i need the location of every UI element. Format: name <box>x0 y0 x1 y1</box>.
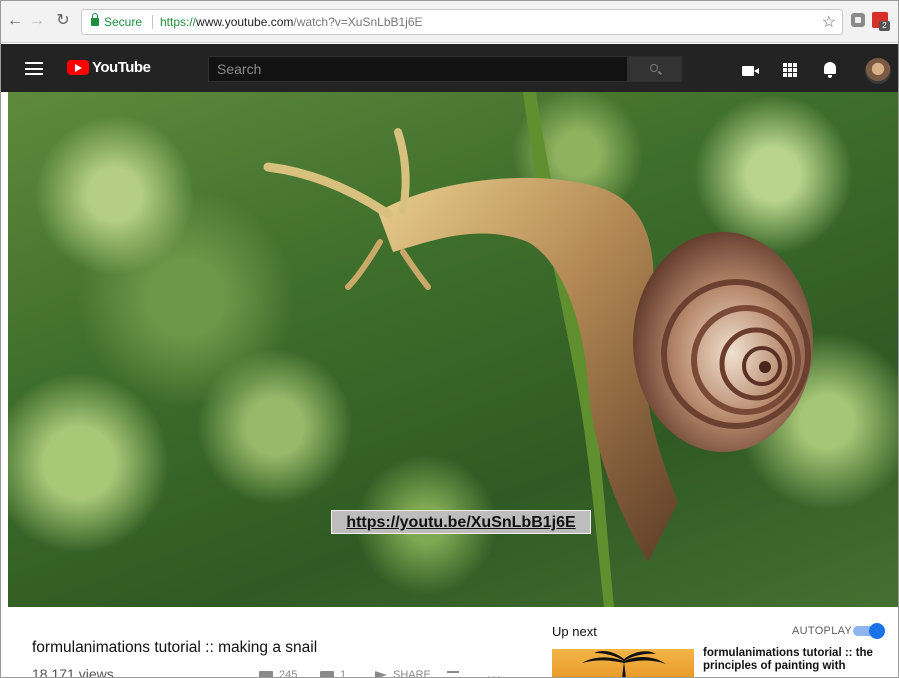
extension-icon[interactable] <box>851 13 865 27</box>
menu-icon[interactable] <box>25 62 43 75</box>
autoplay-knob <box>869 623 885 639</box>
share-label: SHARE <box>393 669 431 678</box>
video-url-overlay[interactable]: https://youtu.be/XuSnLbB1j6E <box>331 510 591 534</box>
browser-window: ← → ↻ Secure https://www.youtube.com/wat… <box>0 0 899 678</box>
forward-arrow-icon[interactable]: → <box>27 11 47 31</box>
address-bar[interactable]: Secure https://www.youtube.com/watch?v=X… <box>81 9 843 35</box>
extension-badge: 2 <box>879 21 890 31</box>
thumbs-down-icon <box>320 670 334 677</box>
bookmark-star-icon[interactable]: ☆ <box>822 12 836 32</box>
add-to-playlist-button[interactable] <box>447 669 459 677</box>
back-arrow-icon[interactable]: ← <box>5 11 25 31</box>
secure-label: Secure <box>104 15 143 29</box>
youtube-header: YouTube <box>1 44 898 92</box>
more-actions-button[interactable]: ... <box>487 665 502 677</box>
playlist-add-icon <box>447 671 459 677</box>
up-next-heading: Up next <box>552 624 597 639</box>
up-next-video-title[interactable]: formulanimations tutorial :: the princip… <box>703 647 883 673</box>
youtube-logo-text: YouTube <box>92 59 151 76</box>
address-bar-divider <box>152 15 153 29</box>
dislike-count: 1 <box>340 669 347 678</box>
notifications-bell-icon[interactable] <box>824 62 836 78</box>
autoplay-label: AUTOPLAY <box>792 625 853 637</box>
video-player[interactable]: https://youtu.be/XuSnLbB1j6E <box>8 92 898 607</box>
thumbs-up-icon <box>259 670 273 677</box>
url-path: /watch?v=XuSnLbB1j6E <box>293 15 423 29</box>
search-button[interactable] <box>628 56 682 82</box>
lock-icon <box>91 13 99 26</box>
share-button[interactable]: SHARE <box>375 669 431 678</box>
user-avatar[interactable] <box>865 58 891 84</box>
palm-tree-thumbnail-art <box>582 651 666 677</box>
like-button[interactable]: 245 <box>259 669 298 678</box>
autoplay-toggle[interactable] <box>853 623 885 639</box>
video-info-area: formulanimations tutorial :: making a sn… <box>1 607 898 678</box>
url-text[interactable]: https://www.youtube.com/watch?v=XuSnLbB1… <box>160 15 423 29</box>
share-arrow-icon <box>375 671 387 677</box>
like-count: 245 <box>279 669 298 678</box>
url-scheme: https:// <box>160 15 197 29</box>
youtube-play-logo-icon <box>67 60 89 75</box>
browser-toolbar: ← → ↻ Secure https://www.youtube.com/wat… <box>1 1 898 43</box>
search-input[interactable] <box>208 56 628 82</box>
apps-grid-icon[interactable] <box>783 63 797 77</box>
up-next-thumbnail[interactable] <box>552 649 694 677</box>
view-count: 18.171 views <box>32 666 114 678</box>
url-host: www.youtube.com <box>196 15 294 29</box>
search-icon <box>650 64 658 72</box>
video-title: formulanimations tutorial :: making a sn… <box>32 639 318 656</box>
dislike-button[interactable]: 1 <box>320 669 347 678</box>
reload-icon[interactable]: ↻ <box>53 11 73 31</box>
video-camera-icon[interactable] <box>742 66 759 76</box>
